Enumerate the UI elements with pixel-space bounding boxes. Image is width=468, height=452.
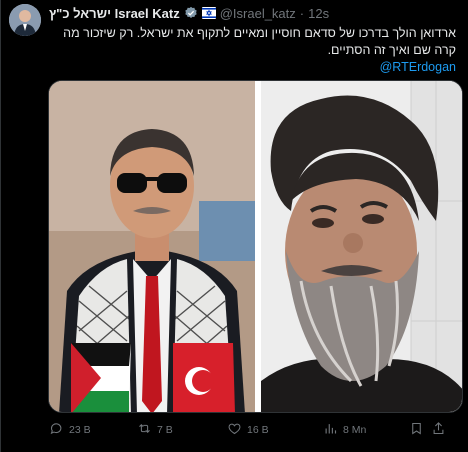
reply-button[interactable]: 23 B — [49, 421, 137, 439]
action-bar: 23 B 7 B 16 B 8 Mn — [49, 420, 460, 440]
share-button[interactable] — [431, 421, 451, 439]
saddam-photo[interactable] — [261, 81, 462, 412]
repost-icon — [137, 421, 152, 439]
avatar[interactable] — [9, 4, 41, 36]
bookmark-icon — [409, 421, 424, 439]
reply-icon — [49, 421, 64, 439]
timestamp[interactable]: 12s — [308, 6, 329, 21]
separator-dot: · — [299, 5, 305, 21]
share-icon — [431, 421, 446, 439]
verified-badge-icon — [184, 6, 198, 20]
views-button[interactable]: 8 Mn — [323, 421, 409, 439]
bookmark-button[interactable] — [409, 421, 431, 439]
views-count: 8 Mn — [343, 424, 367, 436]
like-count: 16 B — [247, 424, 269, 436]
tweet-card[interactable]: ישראל כ"ץ Israel Katz @Israel_katz · 12s… — [0, 0, 468, 452]
tweet-media[interactable] — [48, 80, 463, 413]
tweet-text: ארדואן הולך בדרכו של סדאם חוסיין ומאיים … — [49, 25, 456, 76]
repost-count: 7 B — [157, 424, 173, 436]
like-icon — [227, 421, 242, 439]
repost-button[interactable]: 7 B — [137, 421, 227, 439]
views-icon — [323, 421, 338, 439]
mention-link[interactable]: @RTErdogan — [49, 59, 456, 76]
author-handle[interactable]: @Israel_katz — [220, 6, 296, 21]
erdogan-photo[interactable] — [49, 81, 255, 412]
israel-flag-icon — [201, 7, 216, 19]
tweet-header: ישראל כ"ץ Israel Katz @Israel_katz · 12s — [49, 4, 329, 22]
reply-count: 23 B — [69, 424, 91, 436]
author-name[interactable]: ישראל כ"ץ Israel Katz — [49, 6, 180, 21]
like-button[interactable]: 16 B — [227, 421, 323, 439]
tweet-text-line-2: שם ואיך זה הסתיים. — [327, 43, 431, 57]
